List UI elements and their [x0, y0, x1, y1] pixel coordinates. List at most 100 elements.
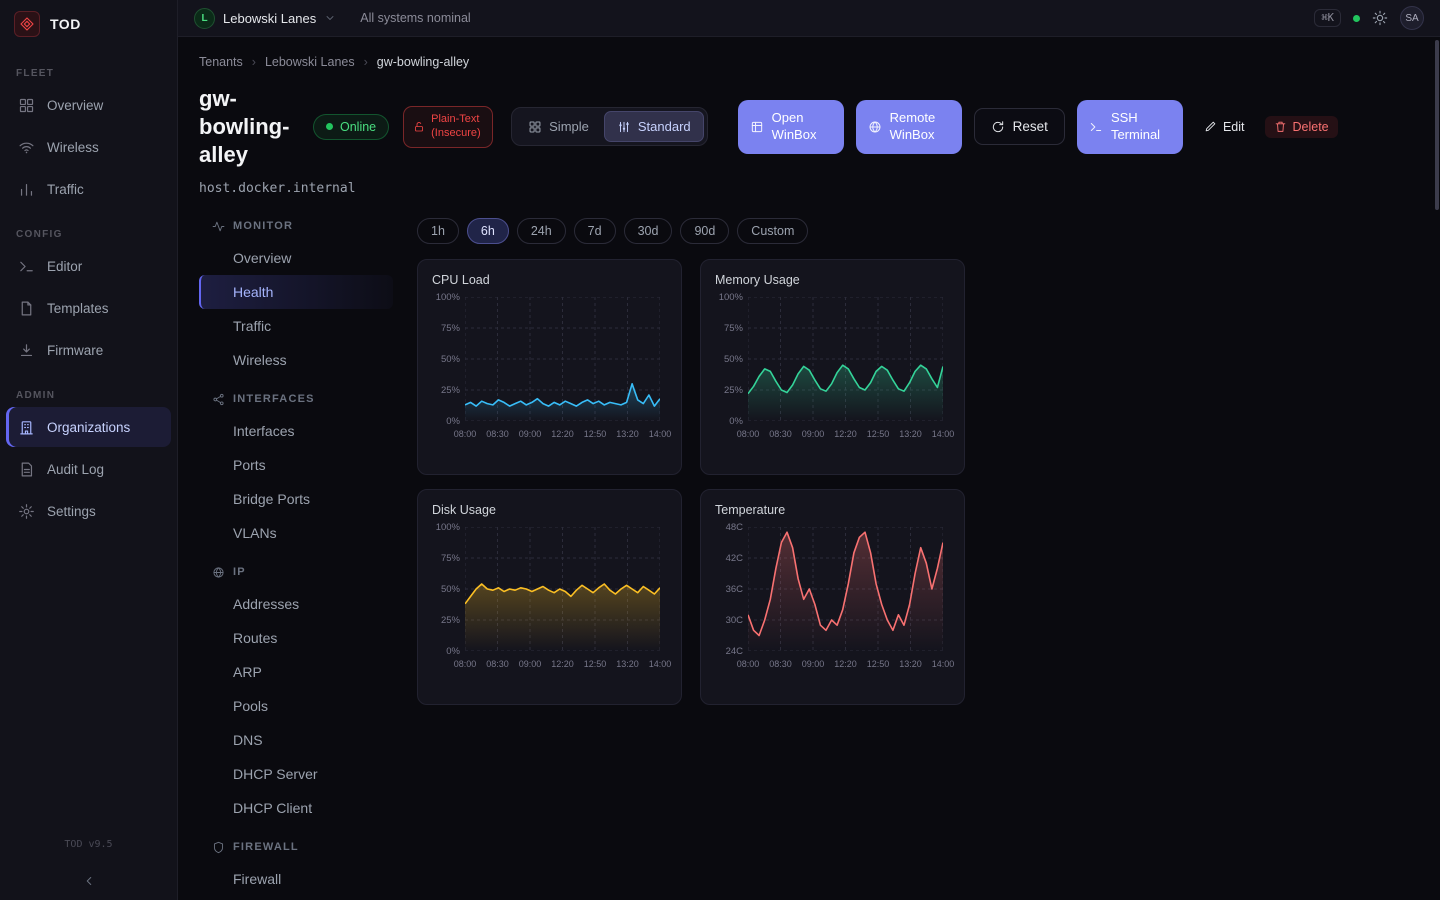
time-range-1h[interactable]: 1h [417, 218, 459, 244]
y-tick-label: 25% [441, 385, 460, 396]
y-tick-label: 100% [719, 292, 743, 303]
sidebar-collapse-button[interactable] [0, 862, 177, 900]
subnav-item-traffic[interactable]: Traffic [199, 309, 393, 343]
sidebar-item-label: Wireless [47, 140, 99, 155]
sidebar-item-settings[interactable]: Settings [6, 491, 171, 531]
shield-icon [212, 841, 225, 854]
terminal-icon [1089, 120, 1103, 134]
time-range-90d[interactable]: 90d [680, 218, 729, 244]
subnav-item-ports[interactable]: Ports [199, 448, 393, 482]
y-tick-label: 30C [726, 615, 743, 626]
subnav-section-firewall: FIREWALL Firewall Mangle [199, 841, 393, 900]
subnav-item-arp[interactable]: ARP [199, 655, 393, 689]
globe-icon [868, 120, 882, 134]
subnav-item-addresses[interactable]: Addresses [199, 587, 393, 621]
subnav-item-firewall[interactable]: Firewall [199, 862, 393, 896]
time-range-7d[interactable]: 7d [574, 218, 616, 244]
topbar-right: ⌘K SA [1314, 6, 1424, 30]
x-tick-label: 08:30 [486, 429, 509, 439]
tenant-selector[interactable]: L Lebowski Lanes [194, 8, 336, 29]
security-warning-label: Plain-Text (Insecure) [431, 113, 483, 141]
online-dot-icon [326, 123, 333, 130]
app-logo[interactable]: TOD [0, 0, 177, 48]
x-tick-label: 12:50 [867, 429, 890, 439]
breadcrumb-tenant[interactable]: Lebowski Lanes [265, 55, 355, 69]
sidebar-item-overview[interactable]: Overview [6, 85, 171, 125]
ssh-terminal-button[interactable]: SSH Terminal [1077, 100, 1183, 154]
open-winbox-button[interactable]: Open WinBox [738, 100, 844, 154]
chart-plot-column: 08:0008:3009:0012:2012:5013:2014:00 [748, 527, 943, 671]
x-tick-label: 13:20 [616, 659, 639, 669]
time-range-custom[interactable]: Custom [737, 218, 808, 244]
subnav-section-label: INTERFACES [233, 393, 315, 405]
y-tick-label: 25% [724, 385, 743, 396]
time-range-6h[interactable]: 6h [467, 218, 509, 244]
subnav-item-wireless[interactable]: Wireless [199, 343, 393, 377]
sidebar-section-label: ADMIN [0, 390, 177, 401]
reset-label: Reset [1013, 119, 1048, 134]
x-tick-label: 12:20 [551, 659, 574, 669]
terminal-icon [18, 258, 35, 275]
subnav-item-dhcp-client[interactable]: DHCP Client [199, 791, 393, 825]
sidebar-item-editor[interactable]: Editor [6, 246, 171, 286]
bar-chart-icon [18, 181, 35, 198]
subnav-item-pools[interactable]: Pools [199, 689, 393, 723]
command-palette-shortcut[interactable]: ⌘K [1314, 9, 1341, 27]
reset-button[interactable]: Reset [974, 108, 1065, 145]
scrollbar[interactable] [1435, 40, 1439, 210]
x-tick-label: 08:30 [486, 659, 509, 669]
x-tick-label: 13:20 [899, 429, 922, 439]
subnav-item-routes[interactable]: Routes [199, 621, 393, 655]
gear-icon [18, 503, 35, 520]
chart-title: CPU Load [432, 273, 667, 287]
x-tick-label: 08:30 [769, 659, 792, 669]
subnav-item-overview[interactable]: Overview [199, 241, 393, 275]
sidebar-item-wireless[interactable]: Wireless [6, 127, 171, 167]
x-tick-label: 12:20 [551, 429, 574, 439]
user-avatar[interactable]: SA [1400, 6, 1424, 30]
subnav-item-interfaces[interactable]: Interfaces [199, 414, 393, 448]
sidebar-item-traffic[interactable]: Traffic [6, 169, 171, 209]
chart-y-axis: 100%75%50%25%0% [715, 297, 748, 421]
wifi-icon [18, 139, 35, 156]
chart-y-axis: 100%75%50%25%0% [432, 527, 465, 651]
sidebar-item-label: Overview [47, 98, 103, 113]
sidebar-item-audit-log[interactable]: Audit Log [6, 449, 171, 489]
x-tick-label: 08:00 [737, 429, 760, 439]
open-winbox-label: Open WinBox [772, 110, 832, 144]
breadcrumb-tenants[interactable]: Tenants [199, 55, 243, 69]
subnav-item-dhcp-server[interactable]: DHCP Server [199, 757, 393, 791]
y-tick-label: 0% [446, 416, 460, 427]
y-tick-label: 50% [441, 584, 460, 595]
subnav-section-label: FIREWALL [233, 841, 299, 853]
tenant-avatar: L [194, 8, 215, 29]
view-mode-standard[interactable]: Standard [604, 111, 704, 142]
subnav-item-mangle[interactable]: Mangle [199, 896, 393, 900]
sun-icon[interactable] [1372, 10, 1388, 26]
time-range-24h[interactable]: 24h [517, 218, 566, 244]
view-mode-simple[interactable]: Simple [515, 111, 602, 142]
remote-winbox-label: Remote WinBox [890, 110, 950, 144]
time-range-30d[interactable]: 30d [624, 218, 673, 244]
activity-icon [212, 220, 225, 233]
edit-button[interactable]: Edit [1195, 116, 1254, 138]
chart-x-axis: 08:0008:3009:0012:2012:5013:2014:00 [465, 659, 660, 671]
remote-winbox-button[interactable]: Remote WinBox [856, 100, 962, 154]
sidebar-item-templates[interactable]: Templates [6, 288, 171, 328]
sidebar-item-firmware[interactable]: Firmware [6, 330, 171, 370]
sidebar-item-organizations[interactable]: Organizations [6, 407, 171, 447]
delete-button[interactable]: Delete [1265, 116, 1337, 138]
document-icon [18, 461, 35, 478]
device-actions: Open WinBox Remote WinBox Reset SSH Term… [738, 100, 1338, 154]
subnav-item-vlans[interactable]: VLANs [199, 516, 393, 550]
subnav-item-bridge-ports[interactable]: Bridge Ports [199, 482, 393, 516]
ssh-terminal-label: SSH Terminal [1111, 110, 1171, 144]
breadcrumb-separator [252, 55, 256, 69]
sidebar-item-label: Editor [47, 259, 82, 274]
subnav-section-header: MONITOR [199, 220, 393, 233]
sidebar-section-config: CONFIG Editor Templates Firmware [0, 229, 177, 370]
subnav-section-ip: IP Addresses Routes ARP Pools DNS DHCP S… [199, 566, 393, 825]
subnav-item-dns[interactable]: DNS [199, 723, 393, 757]
subnav-item-health[interactable]: Health [199, 275, 393, 309]
app-name: TOD [50, 16, 81, 32]
